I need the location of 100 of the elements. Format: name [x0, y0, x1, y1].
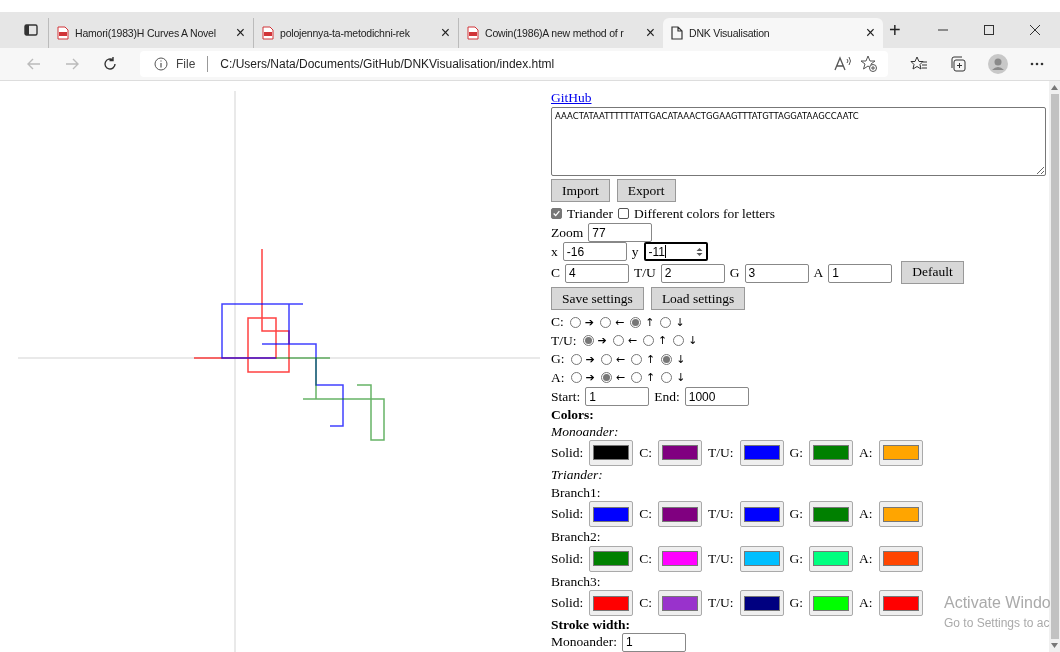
color-picker[interactable]: [809, 439, 854, 466]
color-label: A:: [859, 595, 873, 612]
tab-close-button[interactable]: ×: [235, 24, 245, 42]
color-label: T/U:: [708, 444, 734, 461]
pdf-icon: [262, 26, 274, 40]
color-picker[interactable]: [809, 590, 854, 617]
arrow-label: ↓: [676, 352, 686, 366]
arrow-label: ↑: [645, 352, 656, 366]
range-field[interactable]: 1000: [684, 387, 749, 407]
checkbox[interactable]: [618, 208, 629, 220]
color-picker[interactable]: [658, 439, 703, 466]
arrow-label: ↑: [645, 315, 655, 329]
color-picker[interactable]: [739, 545, 784, 572]
range-field[interactable]: 1: [585, 387, 650, 407]
color-picker[interactable]: [589, 590, 634, 617]
spinner-icon[interactable]: [695, 246, 703, 257]
arrow-label: ←: [615, 315, 625, 329]
weight-label: C: [551, 265, 560, 282]
color-picker[interactable]: [739, 439, 784, 466]
tab-close-button[interactable]: ×: [865, 24, 875, 42]
favorites-icon[interactable]: [910, 56, 928, 72]
color-label: Solid:: [551, 444, 584, 461]
color-label: Solid:: [551, 595, 584, 612]
color-label: T/U:: [708, 595, 734, 612]
tab-close-button[interactable]: ×: [440, 24, 450, 42]
file-button[interactable]: Export: [616, 179, 676, 203]
avatar-icon[interactable]: [988, 54, 1008, 74]
settings-button[interactable]: Save settings: [551, 287, 644, 311]
color-label: G:: [789, 444, 804, 461]
color-label: A:: [859, 506, 873, 523]
arrow-label: ↑: [645, 371, 656, 385]
arrow-label: ←: [627, 334, 637, 348]
github-link[interactable]: GitHub: [551, 90, 592, 106]
color-picker[interactable]: [739, 501, 784, 528]
coordinate-field[interactable]: -16: [562, 242, 627, 262]
color-picker[interactable]: [589, 439, 634, 466]
new-tab-button[interactable]: +: [889, 19, 901, 42]
direction-label: G:: [551, 351, 565, 368]
refresh-icon[interactable]: [102, 56, 118, 72]
more-icon[interactable]: [1030, 62, 1044, 66]
tab-close-button[interactable]: ×: [645, 24, 655, 42]
weight-field[interactable]: 1: [828, 263, 893, 283]
maximize-icon[interactable]: [984, 25, 994, 35]
color-label: T/U:: [708, 506, 734, 523]
stroke-field[interactable]: 1: [622, 633, 686, 652]
color-picker[interactable]: [658, 545, 703, 572]
scrollbar-thumb[interactable]: [1050, 94, 1059, 639]
file-button[interactable]: Import: [551, 179, 610, 203]
range-label: Start:: [551, 388, 581, 405]
range-label: End:: [654, 388, 680, 405]
tab-title: polojennya-ta-metodichni-rek: [280, 27, 411, 39]
activation-subtitle: Go to Settings to ac: [944, 616, 1051, 630]
read-aloud-icon[interactable]: [834, 56, 852, 72]
direction-label: C:: [551, 314, 564, 331]
color-picker[interactable]: [589, 545, 634, 572]
weight-label: T/U: [634, 265, 656, 282]
scroll-up-icon[interactable]: [1051, 85, 1058, 90]
tab-actions-icon[interactable]: [24, 23, 38, 37]
arrow-label: ➔: [585, 371, 595, 385]
color-picker[interactable]: [878, 501, 923, 528]
color-label: G:: [789, 506, 804, 523]
coordinate-label: y: [631, 243, 639, 260]
color-picker[interactable]: [658, 590, 703, 617]
default-button[interactable]: Default: [901, 260, 964, 284]
checkbox[interactable]: [551, 208, 562, 220]
color-picker[interactable]: [809, 545, 854, 572]
weight-field[interactable]: 2: [660, 263, 725, 283]
branch-label: Branch1:: [551, 483, 601, 502]
color-picker[interactable]: [739, 590, 784, 617]
tab-title: Cowin(1986)A new method of r: [485, 27, 625, 39]
close-icon[interactable]: [1030, 25, 1040, 35]
weight-field[interactable]: 3: [744, 263, 809, 283]
color-label: A:: [859, 444, 873, 461]
arrow-label: ➔: [584, 315, 594, 329]
pdf-icon: [467, 26, 479, 40]
colors-heading: Colors:: [551, 406, 594, 424]
color-picker[interactable]: [878, 545, 923, 572]
address-field[interactable]: File C:/Users/Nata/Documents/GitHub/DNKVisualisation/index.html: [140, 51, 888, 77]
color-picker[interactable]: [878, 439, 923, 466]
browser-tab[interactable]: DNK Visualisation ×: [663, 18, 883, 48]
activation-title: Activate Windo: [944, 594, 1051, 612]
coordinate-field[interactable]: -11: [643, 242, 708, 262]
scroll-down-icon[interactable]: [1051, 643, 1058, 648]
color-picker[interactable]: [658, 501, 703, 528]
color-picker[interactable]: [878, 590, 923, 617]
collections-icon[interactable]: [950, 56, 966, 72]
checkbox-label: Different colors for letters: [634, 205, 776, 222]
zoom-field[interactable]: 77: [588, 223, 653, 243]
stroke-width-heading: Stroke width:: [551, 616, 630, 633]
add-favorite-icon[interactable]: [860, 55, 878, 73]
sequence-field[interactable]: AAACTATAATTTTTTATTGACATAAACTGGAAGTTTATGTTAGGATAAGCCAATC: [551, 107, 1046, 176]
info-icon: [154, 57, 168, 71]
settings-button[interactable]: Load settings: [650, 287, 746, 311]
color-label: C:: [639, 444, 653, 461]
color-picker[interactable]: [589, 501, 634, 528]
color-label: C:: [639, 506, 653, 523]
weight-field[interactable]: 4: [565, 263, 629, 283]
color-picker[interactable]: [809, 501, 854, 528]
stroke-label: Monoander:: [551, 634, 617, 651]
arrow-label: ➔: [585, 352, 595, 366]
